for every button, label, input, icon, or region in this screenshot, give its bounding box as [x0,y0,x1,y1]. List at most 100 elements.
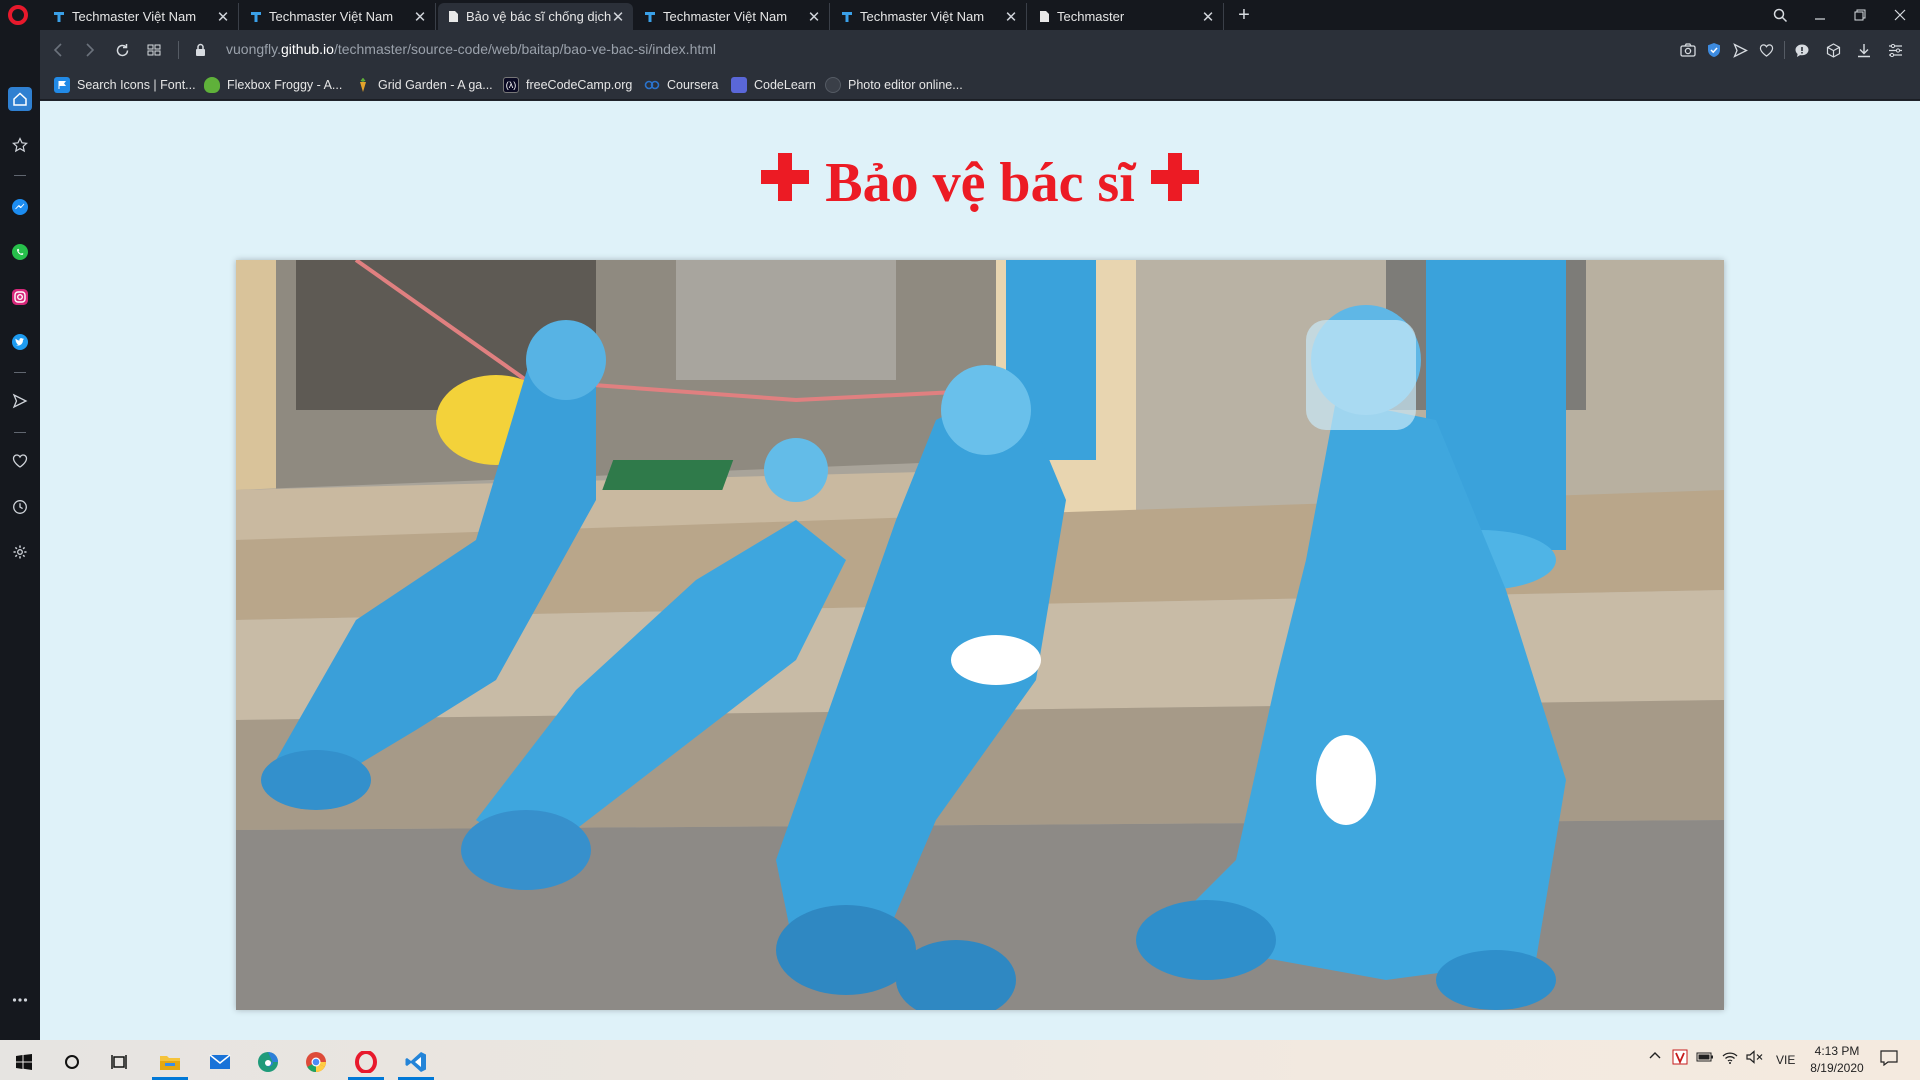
bookmark-label: Flexbox Froggy - A... [227,78,343,92]
forward-icon[interactable] [78,38,102,62]
tab-6[interactable]: Techmaster ✕ [1029,3,1224,30]
bookmark-codelearn[interactable]: CodeLearn [731,76,816,94]
tab-title: Techmaster Việt Nam [269,9,394,24]
web-page: Bảo vệ bác sĩ [40,101,1920,1040]
tab-2[interactable]: Techmaster Việt Nam ✕ [241,3,436,30]
volume-muted-icon[interactable] [1746,1050,1764,1067]
sidebar-separator [14,432,26,433]
mail-icon[interactable] [196,1044,244,1080]
tab-4[interactable]: Techmaster Việt Nam ✕ [635,3,830,30]
close-tab-icon[interactable]: ✕ [807,8,821,26]
lock-icon[interactable] [188,38,212,62]
page-heading-text: Bảo vệ bác sĩ [825,152,1135,214]
tab-title: Bảo vệ bác sĩ chống dịch C [466,9,611,24]
taskbar-clock[interactable]: 4:13 PM 8/19/2020 [1808,1043,1866,1077]
healthcare-workers-photo [236,260,1724,1010]
opera-taskbar-icon[interactable] [342,1044,390,1080]
minimize-icon[interactable] [1800,0,1840,30]
antivirus-tray-icon[interactable] [1672,1049,1688,1068]
messenger-chat-icon[interactable] [1792,40,1812,60]
file-explorer-icon[interactable] [146,1044,194,1080]
url-domain: github.io [281,41,334,57]
close-tab-icon[interactable]: ✕ [1201,8,1215,26]
tab-3-active[interactable]: Bảo vệ bác sĩ chống dịch C ✕ [438,3,633,30]
codelearn-icon [731,77,747,93]
downloads-icon[interactable] [1854,40,1874,60]
tab-strip: Techmaster Việt Nam ✕ Techmaster Việt Na… [0,0,1920,30]
address-field[interactable]: vuongfly.github.io/techmaster/source-cod… [226,41,716,57]
instagram-icon[interactable] [8,285,32,309]
adblock-shield-icon[interactable] [1704,40,1724,60]
bookmarks-heart-icon[interactable] [8,449,32,473]
document-favicon-icon [1037,10,1051,24]
vscode-icon[interactable] [392,1044,440,1080]
bookmark-label: Photo editor online... [848,78,963,92]
task-view-icon[interactable] [96,1044,144,1080]
send-to-flow-icon[interactable] [1730,40,1750,60]
tab-title: Techmaster Việt Nam [72,9,197,24]
more-options-icon[interactable] [8,988,32,1012]
url-path: /techmaster/source-code/web/baitap/bao-v… [333,41,717,57]
easy-setup-menu-icon[interactable] [1885,40,1905,60]
whatsapp-icon[interactable] [8,240,32,264]
bookmark-coursera[interactable]: Coursera [644,76,718,94]
bookmark-photo-editor[interactable]: Photo editor online... [825,76,963,94]
clock-time: 4:13 PM [1814,1044,1860,1058]
bookmark-label: Grid Garden - A ga... [378,78,493,92]
messenger-icon[interactable] [8,195,32,219]
tab-1[interactable]: Techmaster Việt Nam ✕ [44,3,239,30]
close-tab-icon[interactable]: ✕ [413,8,427,26]
techmaster-favicon-icon [840,10,854,24]
snapshot-camera-icon[interactable] [1678,40,1698,60]
twitter-icon[interactable] [8,330,32,354]
carrot-icon [355,77,371,93]
windows-start-icon[interactable] [0,1044,48,1080]
reload-icon[interactable] [110,38,134,62]
bookmark-font-awesome[interactable]: Search Icons | Font... [54,76,196,94]
settings-gear-icon[interactable] [8,540,32,564]
add-bookmark-heart-icon[interactable] [1756,40,1776,60]
input-language[interactable]: VIE [1776,1053,1795,1067]
wifi-icon[interactable] [1722,1050,1738,1067]
bookmark-grid-garden[interactable]: Grid Garden - A ga... [355,76,493,94]
techmaster-favicon-icon [249,10,263,24]
edge-icon[interactable] [244,1044,292,1080]
windows-taskbar: VIE 4:13 PM 8/19/2020 [0,1040,1920,1080]
bookmark-label: freeCodeCamp.org [526,78,633,92]
font-awesome-flag-icon [54,77,70,93]
cortana-search-icon[interactable] [48,1044,96,1080]
restore-icon[interactable] [1840,0,1880,30]
opera-logo-icon[interactable] [8,5,28,25]
battery-icon[interactable] [1696,1050,1714,1067]
bookmark-flexbox-froggy[interactable]: Flexbox Froggy - A... [204,76,342,94]
tab-title: Techmaster Việt Nam [663,9,788,24]
back-icon[interactable] [46,38,70,62]
tab-5[interactable]: Techmaster Việt Nam ✕ [832,3,1027,30]
close-tab-icon[interactable]: ✕ [216,8,230,26]
techmaster-favicon-icon [643,10,657,24]
show-hidden-icons-chevron-icon[interactable] [1648,1049,1662,1066]
close-tab-icon[interactable]: ✕ [1004,8,1018,26]
bookmark-freecodecamp[interactable]: (λ) freeCodeCamp.org [503,76,632,94]
techmaster-favicon-icon [52,10,66,24]
history-clock-icon[interactable] [8,495,32,519]
freecodecamp-icon: (λ) [503,77,519,93]
close-window-icon[interactable] [1880,0,1920,30]
chrome-icon[interactable] [292,1044,340,1080]
action-center-icon[interactable] [1880,1050,1898,1069]
new-tab-button[interactable]: + [1232,2,1256,28]
address-toolbar: vuongfly.github.io/techmaster/source-cod… [40,30,1920,70]
home-icon[interactable] [8,87,32,111]
search-tabs-icon[interactable] [1760,0,1800,30]
close-tab-icon[interactable]: ✕ [611,8,625,26]
frog-icon [204,77,220,93]
speed-dial-grid-icon[interactable] [142,38,166,62]
clock-date: 8/19/2020 [1810,1061,1864,1075]
flow-send-icon[interactable] [8,389,32,413]
coursera-icon [644,77,660,93]
sidebar-separator [14,372,26,373]
toolbar-divider [178,41,179,59]
bookmark-label: Search Icons | Font... [77,78,196,92]
speed-dial-star-icon[interactable] [8,133,32,157]
crypto-wallet-cube-icon[interactable] [1823,40,1843,60]
